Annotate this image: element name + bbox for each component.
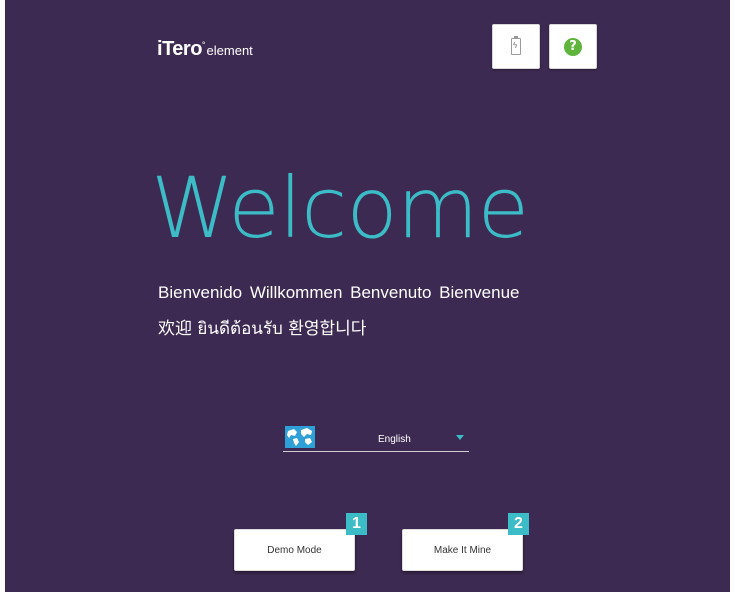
itero-logo: iTero°element	[157, 38, 253, 60]
help-button[interactable]: ?	[549, 24, 597, 69]
chevron-down-icon[interactable]	[456, 435, 464, 440]
language-select[interactable]: English	[283, 424, 469, 452]
language-value: English	[378, 434, 411, 445]
logo-subtitle: element	[206, 43, 253, 58]
logo-brand: Tero	[162, 38, 202, 60]
battery-button[interactable]: ϟ	[492, 24, 540, 69]
globe-icon	[285, 426, 315, 448]
help-icon: ?	[564, 37, 582, 56]
greetings-line-2: 欢迎 ยินดีต้อนรับ 환영합니다	[158, 319, 367, 339]
greetings-line-1: Bienvenido Willkommen Benvenuto Bienvenu…	[158, 283, 520, 302]
welcome-screen: iTero°element ϟ ? Welcome Bienvenido Wil…	[5, 0, 730, 592]
welcome-title: Welcome	[151, 159, 529, 257]
make-it-mine-button[interactable]: Make It Mine	[402, 529, 523, 571]
callout-badge-1: 1	[346, 513, 367, 535]
demo-mode-button[interactable]: Demo Mode	[234, 529, 355, 571]
battery-icon: ϟ	[511, 36, 521, 55]
callout-badge-2: 2	[508, 513, 529, 535]
